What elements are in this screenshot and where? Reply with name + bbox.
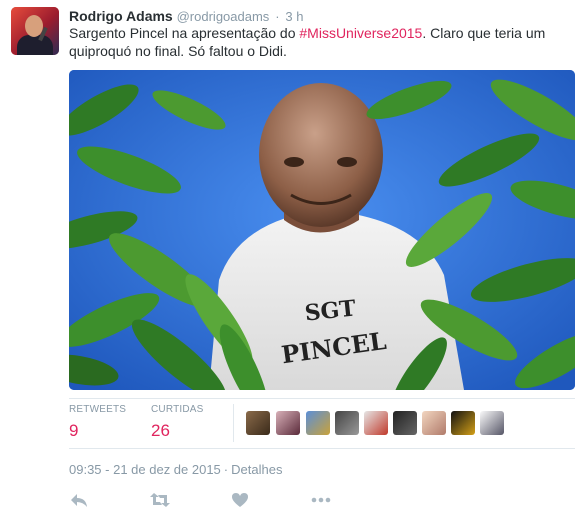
heart-icon[interactable] bbox=[230, 490, 252, 512]
tweet-text: Sargento Pincel na apresentação do #Miss… bbox=[69, 24, 569, 60]
likes-count: 26 bbox=[151, 421, 170, 440]
stats-bottom-divider bbox=[69, 448, 575, 449]
retweets-count: 9 bbox=[69, 421, 79, 440]
tweet-text-before: Sargento Pincel na apresentação do bbox=[69, 25, 300, 41]
avatar-body bbox=[17, 35, 53, 55]
tweet-stats: RETWEETS 9 CURTIDAS 26 bbox=[69, 404, 575, 444]
more-dots-icon[interactable] bbox=[310, 490, 332, 512]
retweets-stat[interactable]: RETWEETS 9 bbox=[69, 404, 126, 441]
liker-avatar[interactable] bbox=[364, 411, 388, 435]
liker-avatar[interactable] bbox=[480, 411, 504, 435]
date-separator: · bbox=[223, 462, 229, 477]
liker-avatar[interactable] bbox=[451, 411, 475, 435]
author-handle[interactable]: @rodrigoadams bbox=[177, 9, 270, 24]
retweet-icon[interactable] bbox=[149, 490, 171, 512]
header-separator: · bbox=[275, 9, 280, 24]
liker-avatar[interactable] bbox=[306, 411, 330, 435]
tweet-header: Rodrigo Adams @rodrigoadams · 3 h bbox=[69, 8, 304, 24]
details-link[interactable]: Detalhes bbox=[231, 462, 282, 477]
tweet-actions bbox=[69, 490, 369, 514]
hashtag-link[interactable]: #MissUniverse2015 bbox=[299, 25, 422, 41]
tweet-date[interactable]: 09:35 - 21 de dez de 2015 bbox=[69, 462, 221, 477]
liker-avatar[interactable] bbox=[335, 411, 359, 435]
shirt-text-line1: SGT bbox=[304, 295, 358, 326]
avatar[interactable] bbox=[11, 7, 59, 55]
photo-illustration: SGT PINCEL bbox=[69, 70, 575, 390]
likes-stat[interactable]: CURTIDAS 26 bbox=[151, 404, 204, 441]
liker-avatar[interactable] bbox=[422, 411, 446, 435]
tweet-photo[interactable]: SGT PINCEL bbox=[69, 70, 575, 390]
liker-avatar[interactable] bbox=[393, 411, 417, 435]
reply-icon[interactable] bbox=[69, 490, 91, 512]
likes-label: CURTIDAS bbox=[151, 404, 204, 415]
stats-separator bbox=[233, 404, 234, 442]
retweets-label: RETWEETS bbox=[69, 404, 127, 415]
tweet-time[interactable]: 3 h bbox=[285, 9, 303, 24]
author-name[interactable]: Rodrigo Adams bbox=[69, 8, 173, 24]
liker-avatar[interactable] bbox=[246, 411, 270, 435]
stats-top-divider bbox=[69, 398, 575, 399]
liker-avatar[interactable] bbox=[276, 411, 300, 435]
tweet-timestamp: 09:35 - 21 de dez de 2015 · Detalhes bbox=[69, 462, 282, 477]
